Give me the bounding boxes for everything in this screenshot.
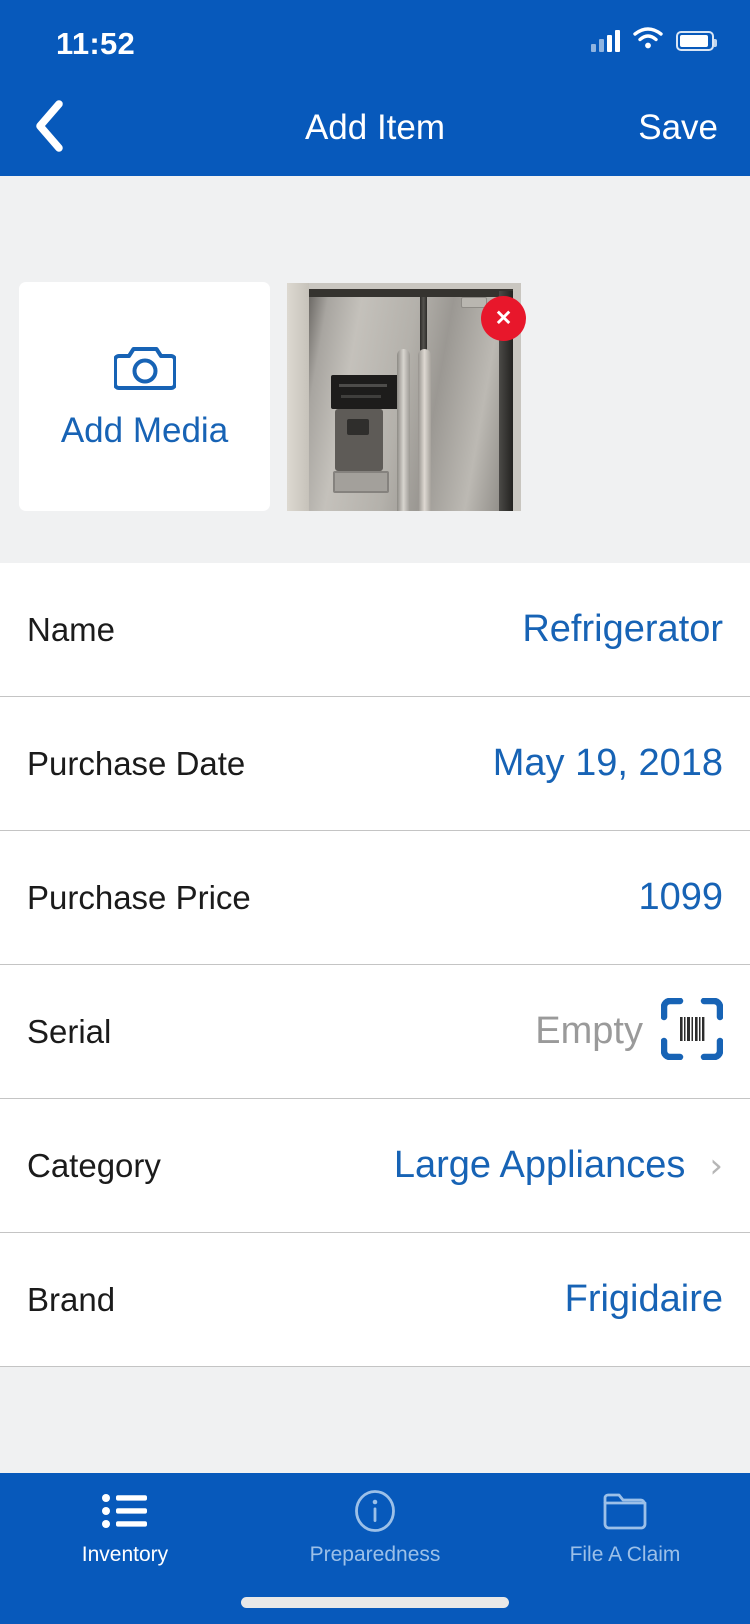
row-value[interactable]: Refrigerator [522,608,723,651]
tab-label: File A Claim [569,1543,681,1566]
tab-label: Inventory [81,1543,169,1566]
battery-icon [676,30,717,51]
barcode-scan-button[interactable] [660,997,724,1065]
row-label: Serial [27,1012,112,1050]
status-bar: 11:52 [0,0,750,80]
tab-file-a-claim[interactable]: File A Claim [500,1473,750,1624]
add-media-label: Add Media [60,411,229,450]
row-label: Brand [27,1280,116,1318]
content-spacer [0,1367,750,1473]
status-icons [591,27,717,54]
item-form: Name Refrigerator Purchase Date May 19, … [0,563,750,1367]
navigation-bar: Add Item Save [0,80,750,176]
form-row-serial[interactable]: Serial Empty [0,965,750,1099]
tab-label: Preparedness [309,1543,441,1566]
info-circle-icon [353,1489,397,1533]
folder-icon [602,1489,648,1533]
status-time: 11:52 [56,26,136,61]
row-label: Purchase Price [27,878,251,916]
row-label: Purchase Date [27,744,246,782]
row-label: Category [27,1146,161,1184]
wifi-icon [633,27,663,54]
list-bullets-icon [101,1489,149,1533]
app-screen: 11:52 Add Item Save Add Media ✕ Name Ref… [0,0,750,1624]
remove-media-button[interactable]: ✕ [481,296,526,341]
tab-inventory[interactable]: Inventory [0,1473,250,1624]
row-value: Large Appliances [393,1144,686,1186]
barcode-scan-icon [660,997,724,1065]
form-row-purchase-date[interactable]: Purchase Date May 19, 2018 [0,697,750,831]
camera-icon [112,342,177,397]
media-section: Add Media ✕ [0,176,750,563]
row-label: Name [27,610,116,648]
cellular-signal-icon [591,29,620,52]
row-value[interactable]: Frigidaire [565,1278,723,1321]
form-row-purchase-price[interactable]: Purchase Price 1099 [0,831,750,965]
row-value[interactable]: May 19, 2018 [493,742,723,785]
row-value-placeholder[interactable]: Empty [535,1010,643,1053]
close-x-icon: ✕ [494,307,513,330]
form-row-name[interactable]: Name Refrigerator [0,563,750,697]
save-button[interactable]: Save [638,80,718,176]
back-button[interactable] [14,80,84,176]
home-indicator[interactable] [241,1597,509,1608]
bottom-tab-bar: Inventory Preparedness File A Claim [0,1473,750,1624]
form-row-brand[interactable]: Brand Frigidaire [0,1233,750,1367]
chevron-right-icon: › [709,1145,723,1186]
add-media-button[interactable]: Add Media [19,282,270,511]
form-row-category[interactable]: Category Large Appliances › [0,1099,750,1233]
row-value[interactable]: 1099 [638,876,723,919]
chevron-left-icon [32,98,66,159]
